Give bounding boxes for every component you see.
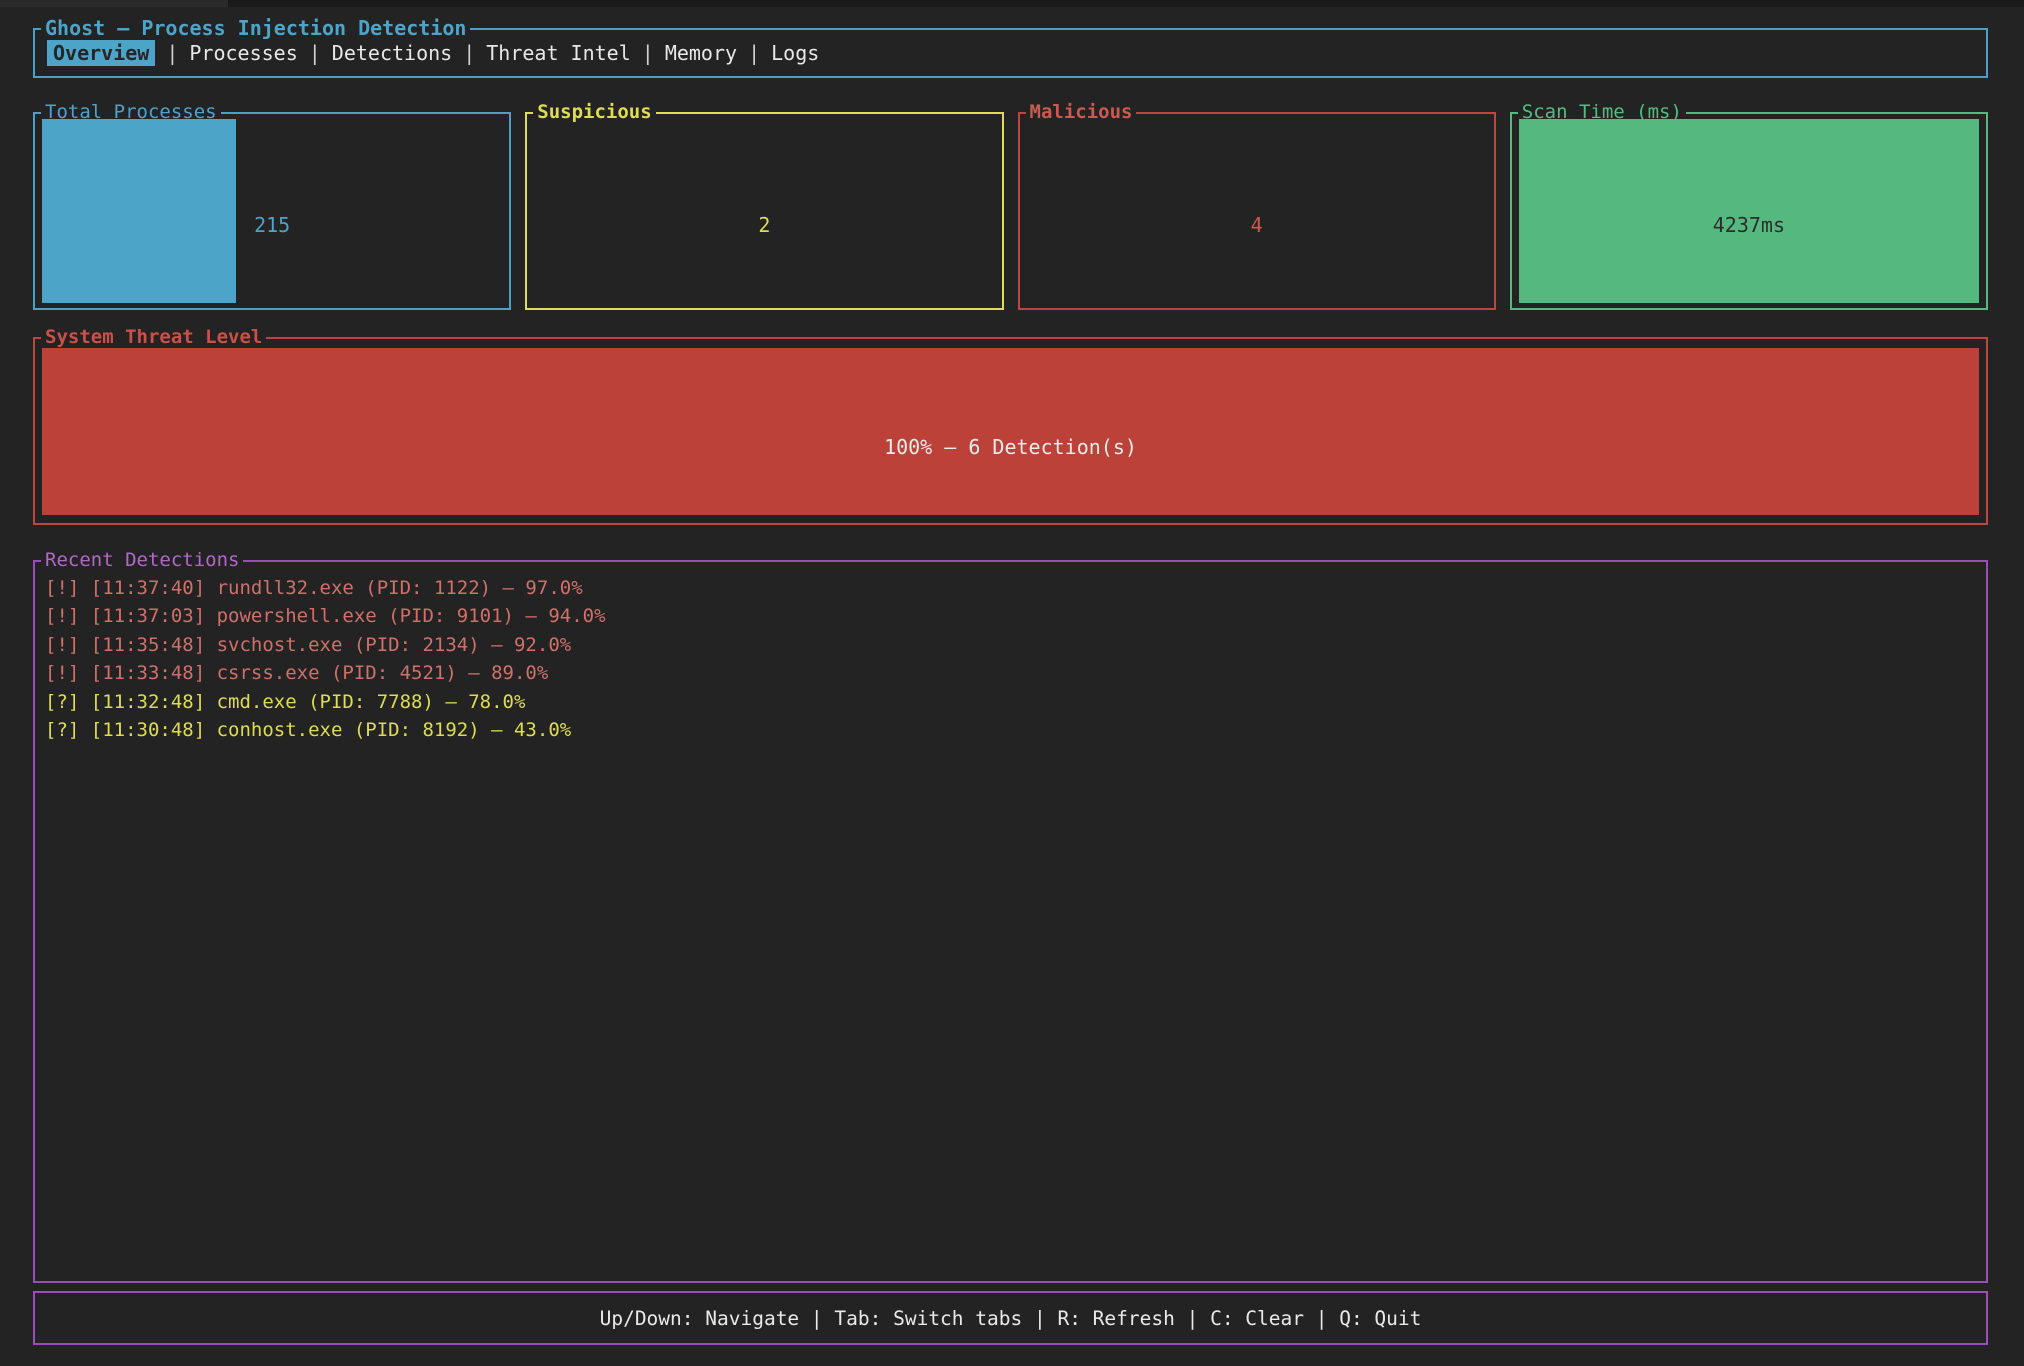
threat-level-panel: System Threat Level 100% — 6 Detection(s…: [33, 337, 1988, 525]
tab-overview[interactable]: Overview: [47, 40, 155, 66]
tab-memory[interactable]: Memory: [665, 41, 737, 65]
stats-row: Total Processes 215 Suspicious 2 Malicio…: [33, 112, 1988, 310]
stat-malicious: Malicious 4: [1018, 112, 1496, 310]
footer-keybindings-text: Up/Down: Navigate | Tab: Switch tabs | R…: [600, 1307, 1422, 1330]
recent-detections-title: Recent Detections: [41, 549, 243, 571]
tab-separator: |: [642, 41, 654, 65]
app-title: Ghost — Process Injection Detection: [41, 17, 470, 39]
tab-separator: |: [748, 41, 760, 65]
tab-separator: |: [309, 41, 321, 65]
tab-logs[interactable]: Logs: [771, 41, 819, 65]
stat-scan-time: Scan Time (ms) 4237ms: [1510, 112, 1988, 310]
stat-title: Suspicious: [533, 101, 655, 123]
window-top-strip: [0, 0, 2024, 7]
stat-suspicious: Suspicious 2: [525, 112, 1003, 310]
tab-separator: |: [166, 41, 178, 65]
detection-row[interactable]: [?] [11:30:48] conhost.exe (PID: 8192) —…: [45, 716, 1976, 744]
detection-row[interactable]: [!] [11:35:48] svchost.exe (PID: 2134) —…: [45, 631, 1976, 659]
tab-processes[interactable]: Processes: [189, 41, 297, 65]
footer-keybindings: Up/Down: Navigate | Tab: Switch tabs | R…: [33, 1291, 1988, 1345]
detection-row[interactable]: [!] [11:37:03] powershell.exe (PID: 9101…: [45, 602, 1976, 630]
threat-gauge-fill: 100% — 6 Detection(s): [42, 348, 1979, 515]
tab-bar: Overview | Processes | Detections | Thre…: [35, 40, 819, 66]
stat-value: 2: [527, 128, 1001, 322]
tab-threat-intel[interactable]: Threat Intel: [486, 41, 631, 65]
detection-row[interactable]: [?] [11:32:48] cmd.exe (PID: 7788) — 78.…: [45, 688, 1976, 716]
detection-row[interactable]: [!] [11:37:40] rundll32.exe (PID: 1122) …: [45, 574, 1976, 602]
tab-detections[interactable]: Detections: [332, 41, 452, 65]
stat-title: Malicious: [1026, 101, 1137, 123]
threat-gauge-label: 100% — 6 Detection(s): [884, 435, 1137, 459]
window-top-strip-segment: [0, 0, 229, 7]
stat-value: 215: [35, 128, 509, 322]
recent-detections-panel: Recent Detections [!] [11:37:40] rundll3…: [33, 560, 1988, 1283]
stat-value: 4: [1020, 128, 1494, 322]
threat-level-title: System Threat Level: [41, 326, 266, 348]
stat-value: 4237ms: [1512, 128, 1986, 322]
tab-separator: |: [463, 41, 475, 65]
stat-total-processes: Total Processes 215: [33, 112, 511, 310]
detection-row[interactable]: [!] [11:33:48] csrss.exe (PID: 4521) — 8…: [45, 659, 1976, 687]
header-tabbar: Ghost — Process Injection Detection Over…: [33, 28, 1988, 78]
app-root: Ghost — Process Injection Detection Over…: [0, 7, 2024, 1345]
detections-list: [!] [11:37:40] rundll32.exe (PID: 1122) …: [35, 562, 1986, 756]
